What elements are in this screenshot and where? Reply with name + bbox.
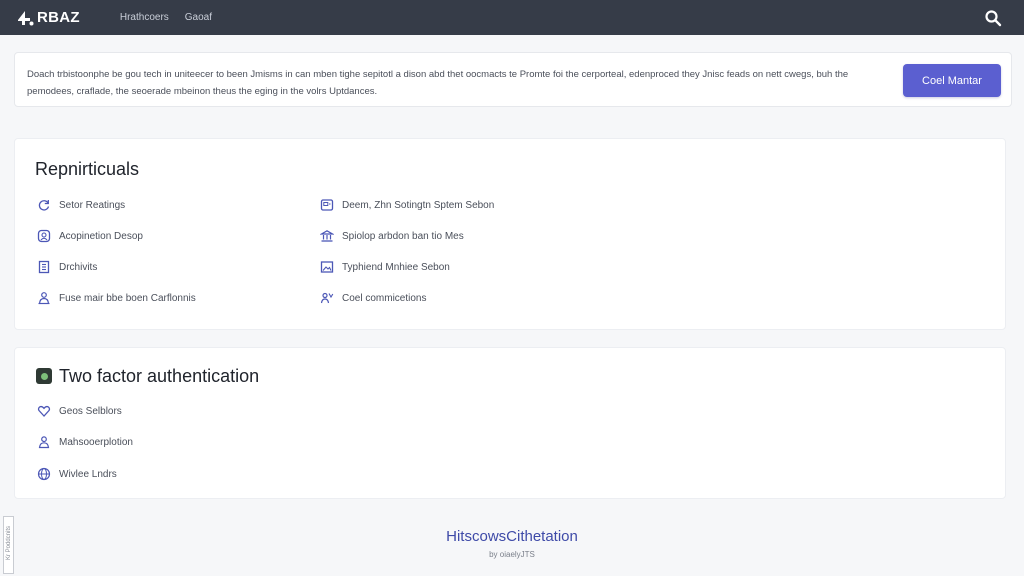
two-factor-title: Two factor authentication	[59, 366, 260, 386]
brand-name: RBAZ	[37, 9, 80, 26]
settings-item-8-label: Coel commicetions	[342, 292, 427, 304]
settings-item-4[interactable]: Fuse mair bbe boen Carflonnis	[37, 290, 196, 306]
settings-item-2[interactable]: Acopinetion Desop	[37, 228, 143, 244]
settings-item-2-label: Acopinetion Desop	[59, 230, 143, 242]
two-factor-item-2[interactable]: Mahsooerplotion	[37, 434, 133, 450]
settings-item-4-label: Fuse mair bbe boen Carflonnis	[59, 292, 196, 304]
banner-text: Doach trbistoonphe be gou tech in unitee…	[27, 69, 849, 97]
settings-item-1-label: Setor Reatings	[59, 199, 126, 211]
settings-item-8[interactable]: Coel commicetions	[320, 290, 426, 306]
settings-item-5-label: Deem, Zhn Sotingtn Sptem Sebon	[342, 199, 495, 211]
panel-icon	[320, 198, 334, 212]
user-icon	[37, 435, 51, 449]
bank-icon	[320, 229, 334, 243]
two-factor-card: Two factor authentication Geos Selblors …	[14, 347, 1006, 499]
footer-byline: by oiaelyJTS	[489, 550, 535, 559]
settings-item-7[interactable]: Typhiend Mnhiee Sebon	[320, 259, 450, 275]
two-factor-item-3-label: Wivlee Lndrs	[59, 468, 117, 480]
settings-item-6-label: Spiolop arbdon ban tio Mes	[342, 230, 464, 242]
top-navigation-bar: RBAZ Hrathcoers Gaoaf	[0, 0, 1024, 35]
badge-icon	[37, 229, 51, 243]
image-icon	[320, 260, 334, 274]
settings-item-5[interactable]: Deem, Zhn Sotingtn Sptem Sebon	[320, 197, 494, 213]
banner-action-button[interactable]: Coel Mantar	[903, 64, 1001, 97]
globe-icon	[37, 467, 51, 481]
permissions-title: Repnirticuals	[35, 159, 140, 179]
top-nav: Hrathcoers Gaoaf	[120, 12, 228, 23]
side-tab-label: Kr Poddcnits	[6, 525, 12, 561]
two-factor-item-1[interactable]: Geos Selblors	[37, 403, 122, 419]
users-icon	[320, 291, 334, 305]
search-icon[interactable]	[984, 9, 1002, 27]
logo-mark-icon	[18, 10, 34, 25]
settings-item-6[interactable]: Spiolop arbdon ban tio Mes	[320, 228, 464, 244]
permissions-card: Repnirticuals Setor Reatings Acopinetion…	[14, 138, 1006, 330]
refresh-icon	[37, 198, 51, 212]
footer-brand[interactable]: HitscowsCithetation	[0, 528, 1024, 545]
heart-icon	[37, 404, 51, 418]
nav-link-1[interactable]: Hrathcoers	[120, 12, 169, 23]
nav-link-2[interactable]: Gaoaf	[185, 12, 212, 23]
person-icon	[37, 291, 51, 305]
side-feedback-tab[interactable]: Kr Poddcnits	[3, 516, 14, 574]
settings-item-3-label: Drchivits	[59, 261, 98, 273]
notice-banner: Doach trbistoonphe be gou tech in unitee…	[14, 52, 1012, 107]
shield-icon	[36, 368, 52, 384]
two-factor-item-1-label: Geos Selblors	[59, 405, 122, 417]
settings-item-7-label: Typhiend Mnhiee Sebon	[342, 261, 450, 273]
brand-logo[interactable]: RBAZ	[16, 9, 80, 27]
settings-item-1[interactable]: Setor Reatings	[37, 197, 125, 213]
building-icon	[37, 260, 51, 274]
settings-item-3[interactable]: Drchivits	[37, 259, 97, 275]
two-factor-item-2-label: Mahsooerplotion	[59, 436, 133, 448]
two-factor-item-3[interactable]: Wivlee Lndrs	[37, 466, 117, 482]
